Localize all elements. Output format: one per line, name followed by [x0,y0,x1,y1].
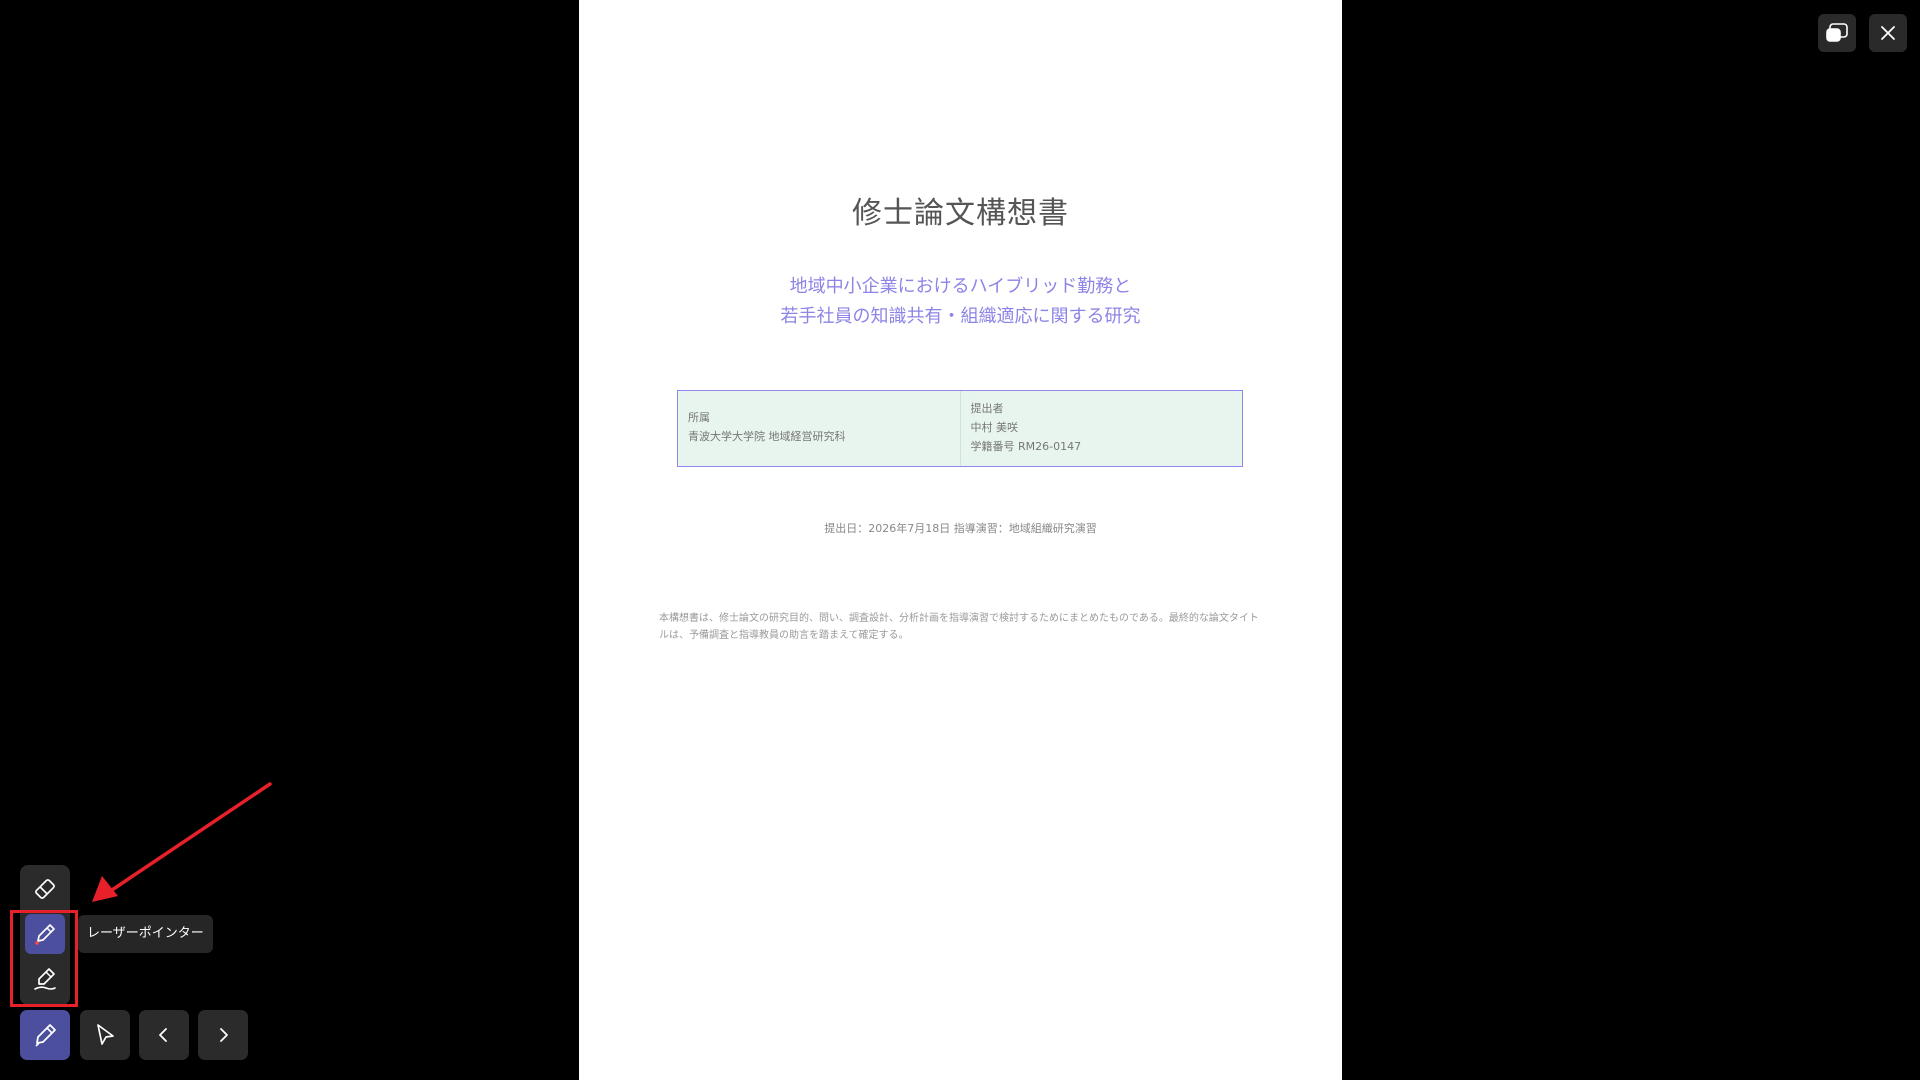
slide-note: 本構想書は、修士論文の研究目的、問い、調査設計、分析計画を指導演習で検討するため… [659,613,1259,641]
next-slide-button[interactable] [198,1010,248,1060]
annotation-arrow [92,782,272,902]
subtitle-line-2: 若手社員の知識共有・組織適応に関する研究 [780,306,1141,327]
slide-title: 修士論文構想書 [852,196,1069,231]
submitter-cell: 提出者 中村 美咲 学籍番号 RM26-0147 [961,391,1243,466]
student-id: 学籍番号 RM26-0147 [970,440,1082,453]
submitter-name: 中村 美咲 [970,421,1019,434]
close-icon [1881,26,1895,40]
pen-icon [35,1024,56,1047]
slide-page: 修士論文構想書 地域中小企業におけるハイブリッド勤務と 若手社員の知識共有・組織… [579,0,1342,1080]
previous-slide-button[interactable] [139,1010,189,1060]
window-switch-icon [1826,23,1848,42]
close-button[interactable] [1869,14,1907,52]
eraser-button[interactable] [25,869,65,909]
slide-subtitle: 地域中小企業におけるハイブリッド勤務と 若手社員の知識共有・組織適応に関する研究 [579,272,1342,332]
info-table: 所属 青波大学大学院 地域経営研究科 提出者 中村 美咲 学籍番号 RM26-0… [677,390,1243,467]
window-switch-button[interactable] [1818,14,1856,52]
cursor-tool-button[interactable] [80,1010,130,1060]
submitter-label: 提出者 [970,402,1004,415]
affiliation-label: 所属 [688,411,710,424]
subtitle-line-1: 地域中小企業におけるハイブリッド勤務と [789,276,1132,297]
chevron-left-icon [159,1028,167,1042]
presenter-view: 修士論文構想書 地域中小企業におけるハイブリッド勤務と 若手社員の知識共有・組織… [0,0,1920,1080]
affiliation-cell: 所属 青波大学大学院 地域経営研究科 [678,391,961,466]
highlight-box [10,910,78,1007]
pen-tool-button[interactable] [20,1010,70,1060]
eraser-icon [35,879,55,899]
chevron-right-icon [220,1028,228,1042]
affiliation-value: 青波大学大学院 地域経営研究科 [688,430,846,443]
laser-pointer-tooltip: レーザーポインター [78,915,213,953]
cursor-arrow-icon [97,1024,114,1045]
submission-date-line: 提出日：2026年7月18日 指導演習：地域組織研究演習 [824,522,1097,535]
